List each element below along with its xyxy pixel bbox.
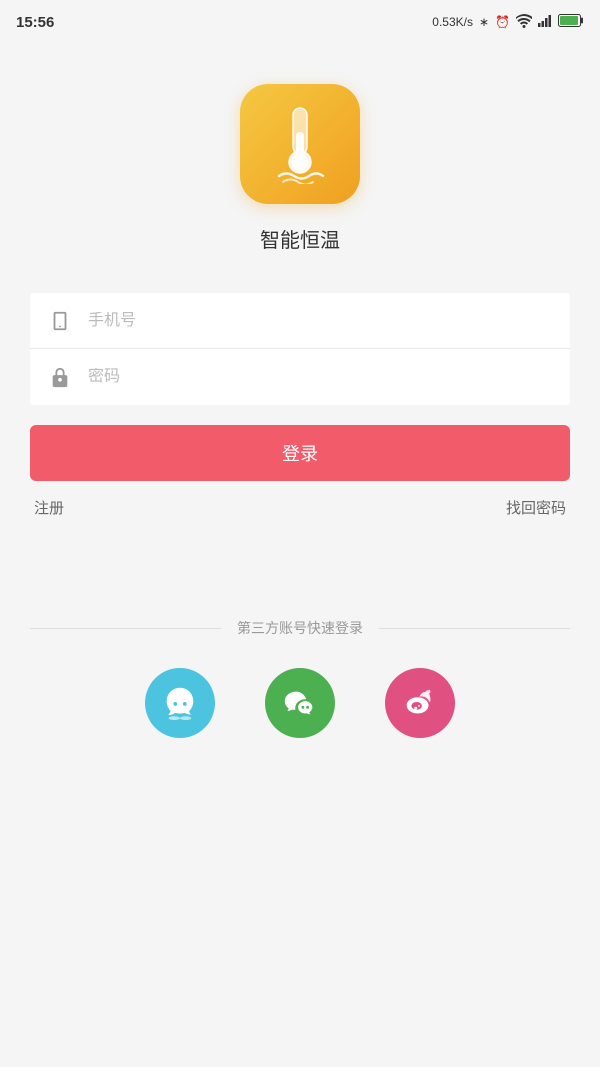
password-input[interactable]	[88, 368, 554, 386]
phone-input[interactable]	[88, 312, 554, 330]
status-time: 15:56	[16, 14, 54, 31]
network-speed: 0.53K/s	[432, 15, 473, 29]
weibo-login-button[interactable]	[385, 668, 455, 738]
lock-icon	[46, 363, 74, 391]
battery-icon	[558, 14, 584, 30]
qq-login-button[interactable]	[145, 668, 215, 738]
wifi-icon	[516, 14, 532, 31]
login-button[interactable]: 登录	[30, 425, 570, 481]
alarm-icon: ⏰	[495, 15, 510, 29]
divider-line-right	[379, 628, 570, 629]
status-bar: 15:56 0.53K/s ∗ ⏰	[0, 0, 600, 44]
main-content: 智能恒温 登录 注册 找回密码	[0, 44, 600, 738]
status-right: 0.53K/s ∗ ⏰	[432, 14, 584, 31]
register-link[interactable]: 注册	[34, 497, 64, 518]
app-title: 智能恒温	[260, 224, 340, 253]
social-icons-row	[145, 668, 455, 738]
third-party-section: 第三方账号快速登录	[30, 618, 570, 738]
wechat-login-button[interactable]	[265, 668, 335, 738]
form-container	[30, 293, 570, 405]
third-party-label: 第三方账号快速登录	[221, 618, 379, 638]
phone-input-row	[30, 293, 570, 349]
app-icon	[240, 84, 360, 204]
links-row: 注册 找回密码	[30, 497, 570, 518]
divider-line-left	[30, 628, 221, 629]
password-input-row	[30, 349, 570, 405]
forgot-password-link[interactable]: 找回密码	[506, 497, 566, 518]
signal-icon	[538, 15, 552, 30]
phone-icon	[46, 307, 74, 335]
divider-row: 第三方账号快速登录	[30, 618, 570, 638]
bluetooth-icon: ∗	[479, 15, 489, 29]
